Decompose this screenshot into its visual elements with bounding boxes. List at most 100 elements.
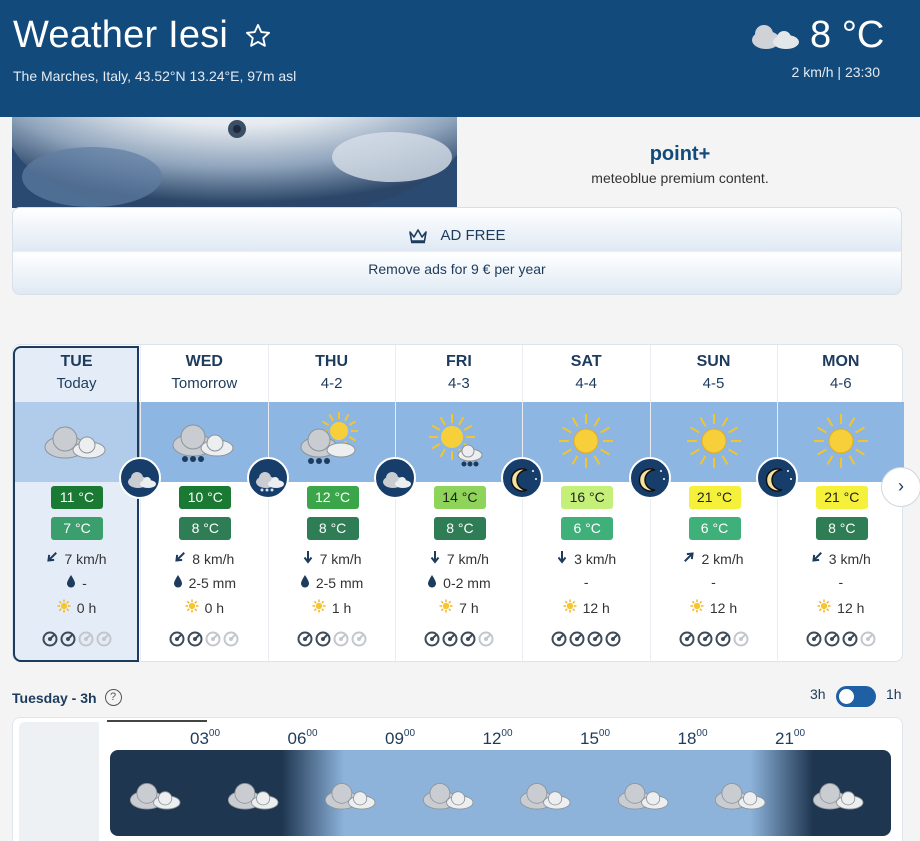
rain-drop-icon <box>173 574 183 591</box>
wind-value: 7 km/h <box>446 550 489 567</box>
predictability-meter[interactable] <box>13 631 140 647</box>
precip-value: - <box>82 574 87 591</box>
sun-cloud-rain-icon <box>297 411 367 471</box>
precipitation: 2-5 mm <box>141 574 267 591</box>
promo-title[interactable]: point+ <box>580 143 780 166</box>
predictability-icon <box>442 631 458 647</box>
predictability-meter[interactable] <box>651 631 777 647</box>
wind-arrow-icon <box>46 550 58 567</box>
predictability-meter[interactable] <box>523 631 649 647</box>
page-title: Weather Iesi <box>13 14 272 57</box>
predictability-meter[interactable] <box>396 631 522 647</box>
predictability-icon <box>333 631 349 647</box>
wind-speed: 7 km/h <box>269 550 395 567</box>
sun-icon <box>551 411 621 471</box>
max-temperature: 11 °C <box>51 486 103 509</box>
sun-value: 1 h <box>331 599 352 616</box>
seven-day-forecast: TUE Today 11 °C 7 °C 7 km/h - 0 h WED To… <box>12 344 904 663</box>
rain-cloud-icon <box>169 411 239 471</box>
sun-value: 7 h <box>459 599 479 616</box>
ad-free-banner[interactable]: AD FREE Remove ads for 9 € per year <box>12 207 902 295</box>
max-temperature: 10 °C <box>179 486 232 509</box>
wind-arrow-icon <box>811 550 823 567</box>
night-moon-icon <box>628 457 671 499</box>
crown-icon <box>409 228 428 243</box>
precipitation: - <box>13 574 140 591</box>
wind-speed: 7 km/h <box>396 550 522 567</box>
predictability-icon <box>587 631 603 647</box>
predictability-icon <box>60 631 76 647</box>
sun-value: 12 h <box>709 599 738 616</box>
day-column-tue[interactable]: TUE Today 11 °C 7 °C 7 km/h - 0 h <box>13 345 140 663</box>
toggle-knob <box>839 689 854 704</box>
satellite-image-graphic <box>12 117 457 208</box>
rain-drop-icon <box>300 574 310 591</box>
night-moon-icon <box>755 457 798 499</box>
predictability-meter[interactable] <box>141 631 267 647</box>
predictability-icon <box>715 631 731 647</box>
wind-value: 7 km/h <box>319 550 362 567</box>
day-name: SAT <box>570 353 602 370</box>
day-date: 4-3 <box>448 375 470 392</box>
sun-light-rain-icon <box>424 411 494 471</box>
sun-value: 12 h <box>582 599 610 616</box>
sunshine-hours: 12 h <box>651 599 777 616</box>
predictability-icon <box>205 631 221 647</box>
rain-drop-icon <box>66 574 76 591</box>
predictability-meter[interactable] <box>269 631 395 647</box>
toggle-1h-label: 1h <box>886 686 902 702</box>
min-temperature: 6 °C <box>561 517 614 540</box>
help-icon[interactable]: ? <box>104 689 122 706</box>
toggle-3h-label: 3h <box>810 686 826 702</box>
precip-value: 0-2 mm <box>443 574 491 591</box>
min-temperature: 8 °C <box>179 517 232 540</box>
precipitation: - <box>651 574 777 590</box>
day-column-sat[interactable]: SAT 4-4 16 °C 6 °C 3 km/h - 12 h <box>522 345 649 663</box>
hourly-active-indicator <box>107 720 207 722</box>
hourly-cloud-icon <box>420 777 478 813</box>
overcast-icon <box>41 411 111 471</box>
hour-label: 2100 <box>775 728 806 748</box>
wind-value: 2 km/h <box>701 550 744 567</box>
hourly-title-text: Tuesday - 3h <box>12 689 97 706</box>
resolution-toggle[interactable] <box>836 686 876 707</box>
wind-value: 3 km/h <box>574 550 617 567</box>
city-name: Weather Iesi <box>13 14 229 56</box>
wind-arrow-icon <box>174 550 186 567</box>
location-info: The Marches, Italy, 43.52°N 13.24°E, 97m… <box>13 68 297 84</box>
hourly-cloud-icon <box>615 777 673 813</box>
day-column-wed[interactable]: WED Tomorrow 10 °C 8 °C 8 km/h 2-5 mm 0 … <box>140 345 267 663</box>
wind-arrow-icon <box>683 550 695 567</box>
precip-value: 2-5 mm <box>315 574 364 591</box>
wind-value: 3 km/h <box>828 550 871 567</box>
day-column-mon[interactable]: MON 4-6 21 °C 8 °C 3 km/h - 12 h <box>776 345 904 663</box>
day-date: 4-2 <box>320 375 343 392</box>
max-temperature: 21 °C <box>688 486 741 509</box>
promo-subtitle: meteoblue premium content. <box>591 170 769 186</box>
wind-speed: 7 km/h <box>13 550 140 567</box>
predictability-icon <box>733 631 749 647</box>
predictability-icon <box>42 631 58 647</box>
predictability-meter[interactable] <box>778 631 904 647</box>
next-days-button[interactable]: › <box>881 467 920 507</box>
hourly-row-labels <box>19 722 99 841</box>
predictability-icon <box>860 631 876 647</box>
star-icon[interactable] <box>244 22 272 50</box>
rain-drop-icon <box>427 574 437 591</box>
day-column-sun[interactable]: SUN 4-5 21 °C 6 °C 2 km/h - 12 h <box>649 345 777 663</box>
hour-label: 1200 <box>482 728 513 748</box>
precip-value: 2-5 mm <box>188 574 237 591</box>
sunshine-hours: 1 h <box>269 599 395 616</box>
wind-speed: 3 km/h <box>523 550 649 567</box>
sun-value: 12 h <box>837 599 865 616</box>
predictability-icon <box>551 631 567 647</box>
predictability-icon <box>605 631 621 647</box>
day-column-thu[interactable]: THU 4-2 12 °C 8 °C 7 km/h 2-5 mm 1 h <box>267 345 395 663</box>
day-date: Tomorrow <box>171 375 238 392</box>
sun-icon <box>806 411 876 471</box>
hurricane-satellite-image[interactable] <box>12 117 457 208</box>
sun-icon <box>679 411 749 471</box>
predictability-icon <box>569 631 585 647</box>
day-column-fri[interactable]: FRI 4-3 14 °C 8 °C 7 km/h 0-2 mm 7 h <box>394 345 522 663</box>
min-temperature: 6 °C <box>688 517 741 540</box>
